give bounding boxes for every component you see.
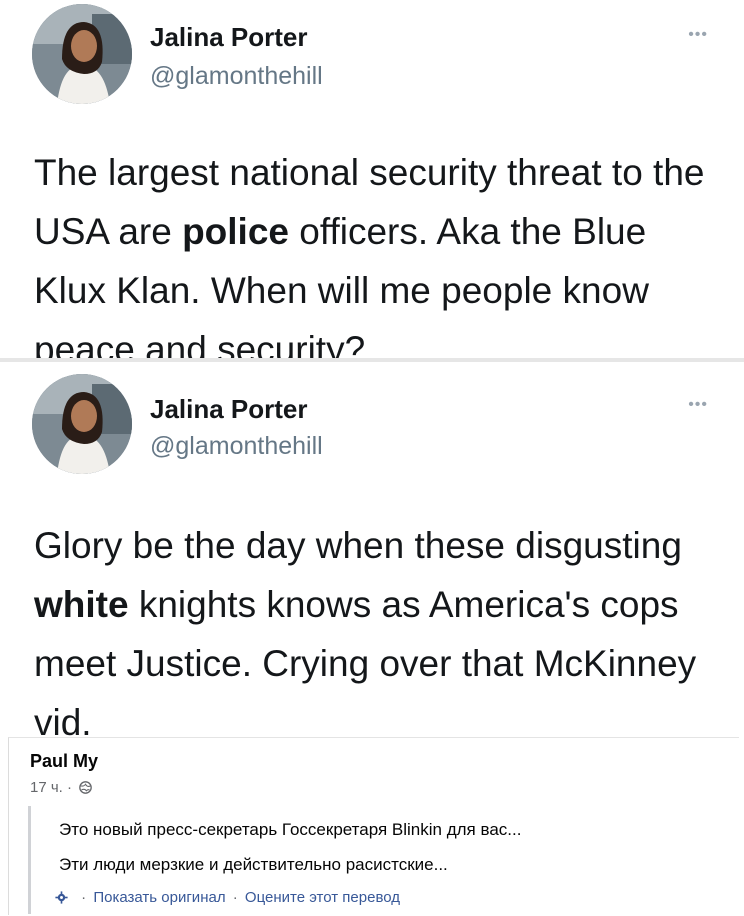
tweet-card-2: Jalina Porter @glamonthehill ••• Glory b… bbox=[0, 362, 744, 737]
gear-icon[interactable] bbox=[55, 891, 68, 908]
action-separator: · bbox=[81, 889, 87, 906]
translation-block: Это новый пресс-секретарь Госсекретаря B… bbox=[28, 806, 721, 914]
display-name[interactable]: Jalina Porter bbox=[150, 394, 308, 425]
avatar[interactable] bbox=[32, 374, 132, 474]
action-separator: · bbox=[232, 889, 238, 906]
comment-time[interactable]: 17 ч. bbox=[30, 779, 63, 796]
more-options-icon[interactable]: ••• bbox=[688, 396, 708, 414]
comment-card: Paul My 17 ч. · Это новый пресс-секретар… bbox=[8, 737, 739, 915]
avatar[interactable] bbox=[32, 4, 132, 104]
tweet-text-bold: police bbox=[182, 211, 289, 252]
tweet-text-part: Glory be the day when these disgusting bbox=[34, 525, 682, 566]
translated-line: Эти люди мерзкие и действительно расистс… bbox=[59, 855, 448, 874]
comment-meta: 17 ч. · bbox=[30, 779, 93, 798]
show-original-link[interactable]: Показать оригинал bbox=[93, 889, 225, 906]
avatar-photo bbox=[32, 374, 132, 474]
user-handle[interactable]: @glamonthehill bbox=[150, 432, 323, 461]
tweet-text-part: knights knows as America's cops meet Jus… bbox=[34, 584, 697, 737]
rate-translation-link[interactable]: Оцените этот перевод bbox=[245, 889, 400, 906]
translation-actions: · Показать оригинал · Оцените этот перев… bbox=[55, 889, 400, 908]
comment-author[interactable]: Paul My bbox=[30, 751, 98, 772]
translated-line: Это новый пресс-секретарь Госсекретаря B… bbox=[59, 820, 522, 839]
tweet-text-bold: white bbox=[34, 584, 129, 625]
user-handle[interactable]: @glamonthehill bbox=[150, 62, 323, 91]
more-options-icon[interactable]: ••• bbox=[688, 26, 708, 44]
tweet-card-1: Jalina Porter @glamonthehill ••• The lar… bbox=[0, 0, 744, 358]
meta-separator: · bbox=[67, 779, 73, 796]
display-name[interactable]: Jalina Porter bbox=[150, 22, 308, 53]
avatar-photo bbox=[32, 4, 132, 104]
globe-icon bbox=[79, 781, 93, 798]
tweet-text: The largest national security threat to … bbox=[34, 143, 714, 358]
tweet-text: Glory be the day when these disgusting w… bbox=[34, 516, 714, 737]
